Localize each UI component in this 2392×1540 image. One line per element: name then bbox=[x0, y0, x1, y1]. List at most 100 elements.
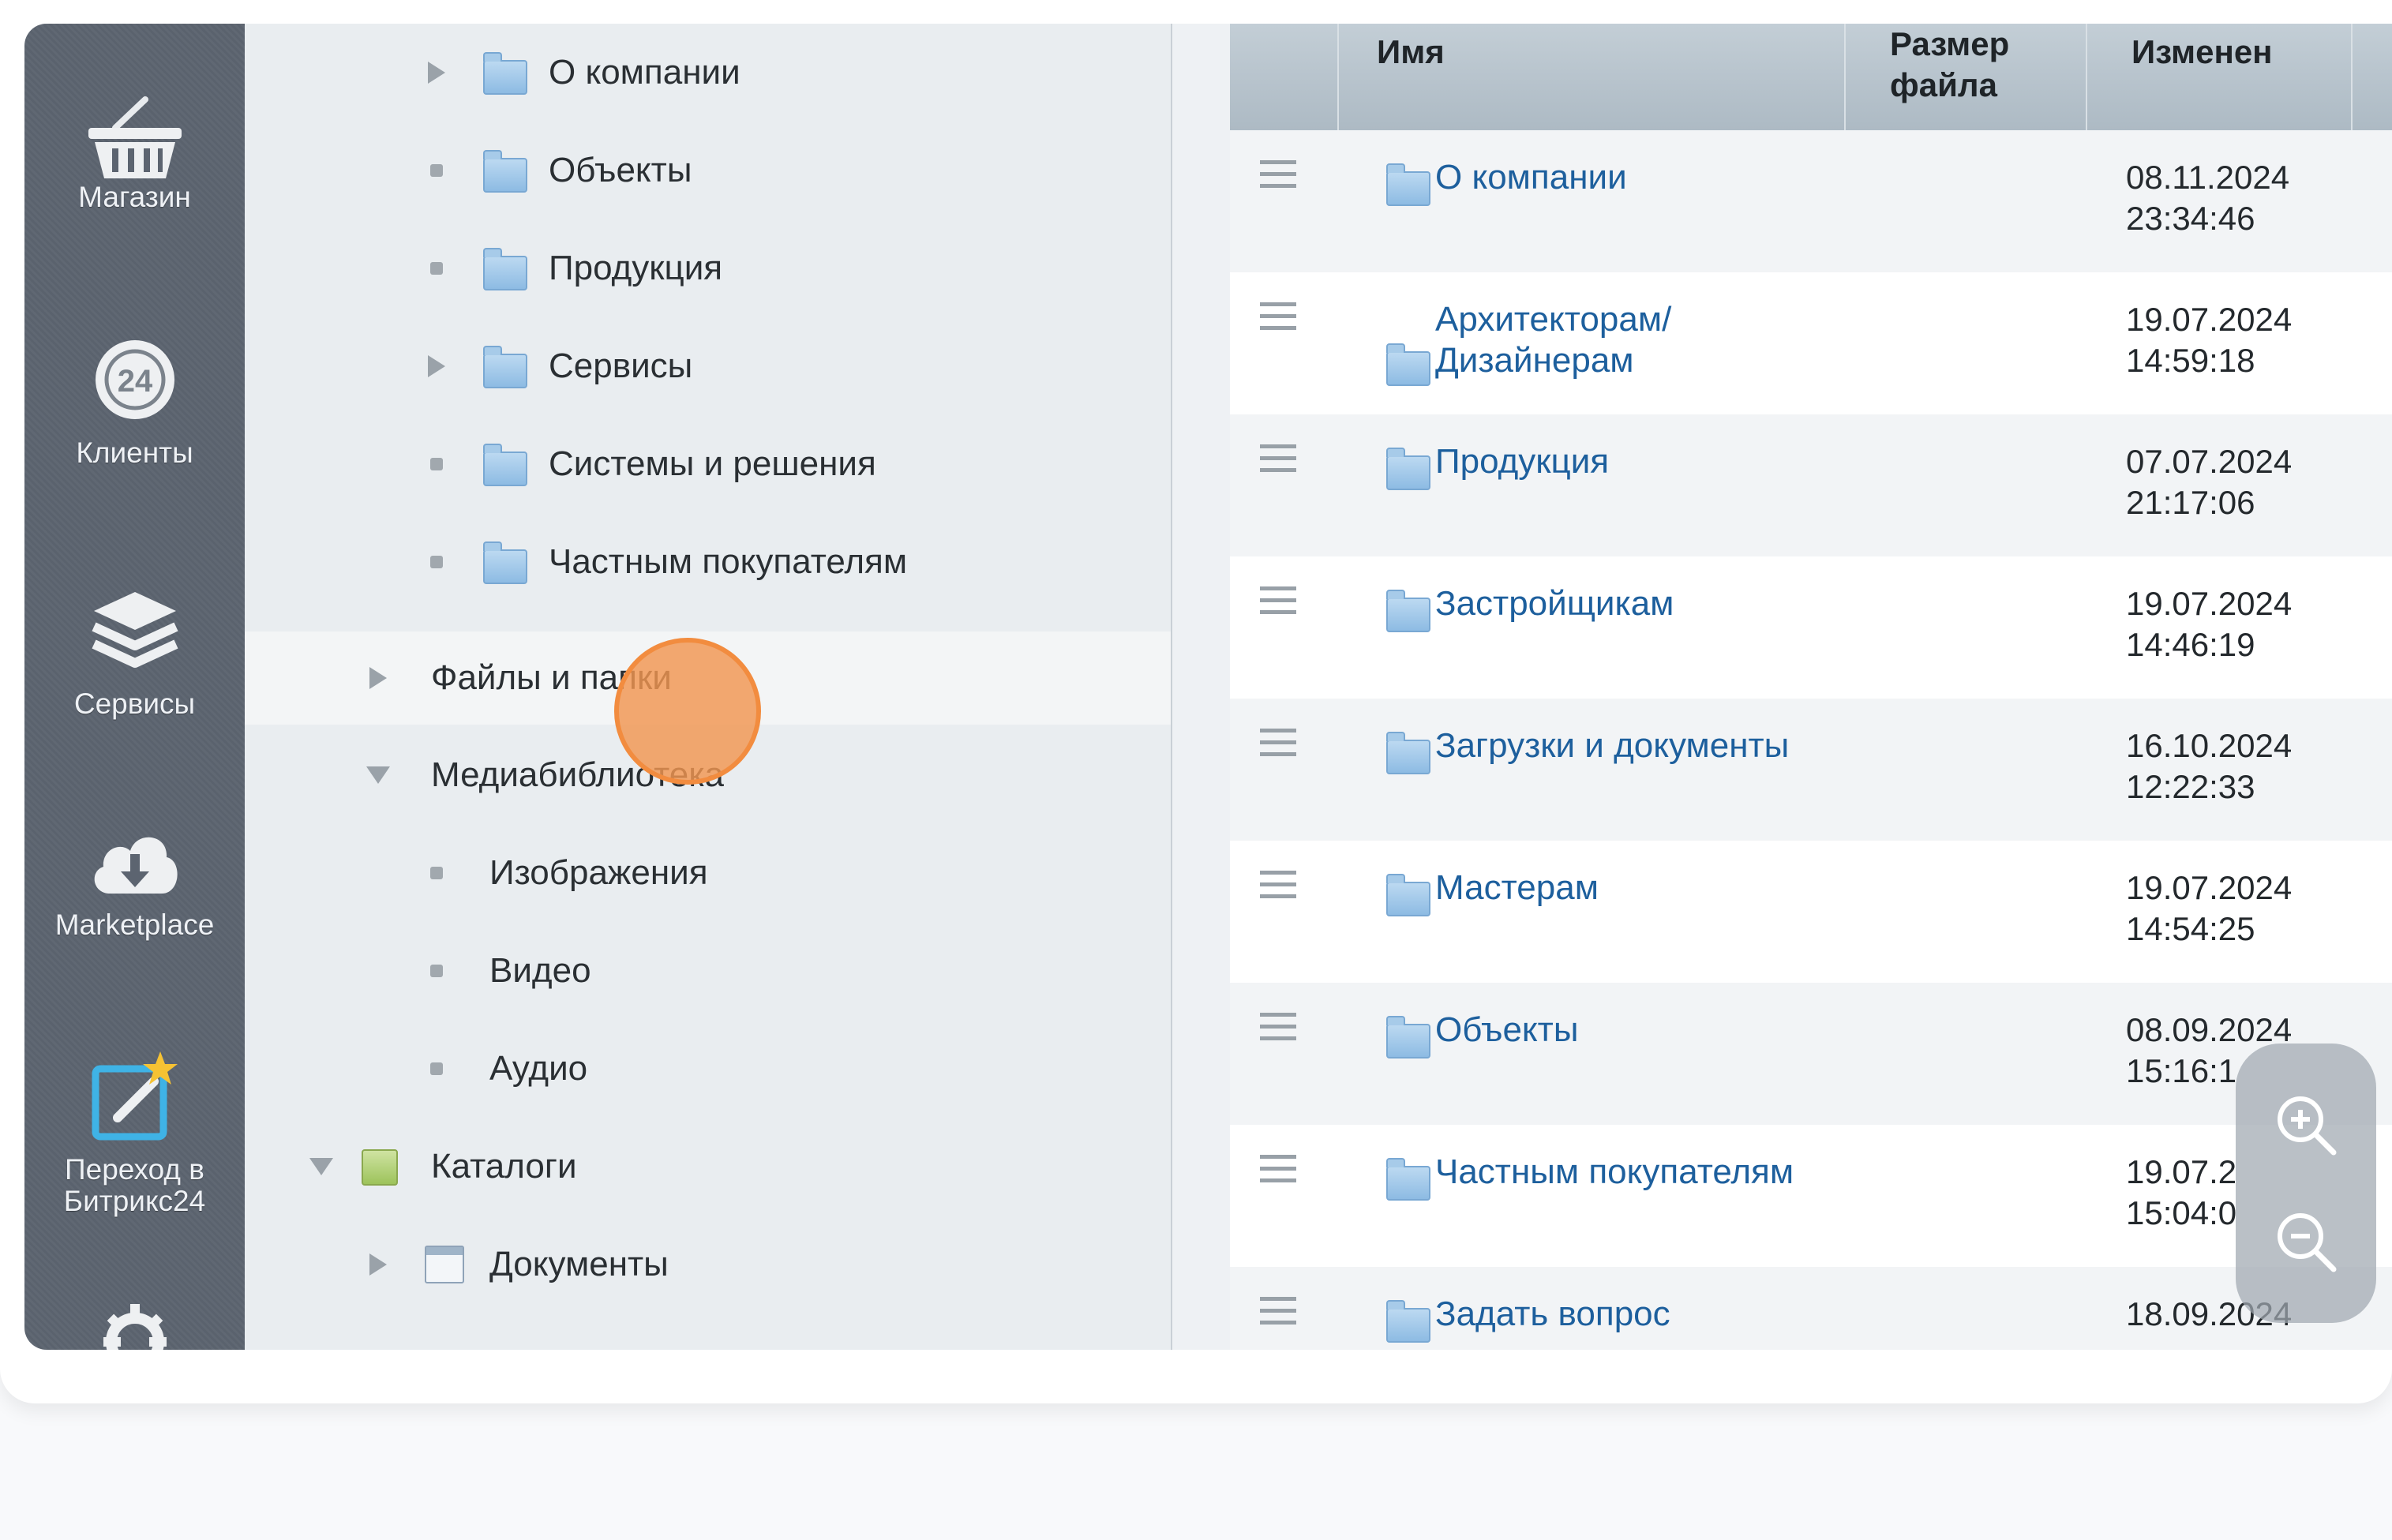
tree-item-media-library[interactable]: Медиабиблиотека bbox=[245, 726, 1171, 824]
row-modified: 16.10.2024 12:22:33 bbox=[2126, 727, 2293, 805]
bullet-icon bbox=[430, 164, 443, 177]
row-name-link[interactable]: Продукция bbox=[1435, 441, 1877, 482]
rail-item-label: Магазин bbox=[78, 181, 191, 213]
tree-item-label: Медиабиблиотека bbox=[431, 755, 724, 794]
zoom-in-icon[interactable] bbox=[2270, 1089, 2341, 1160]
row-name-link[interactable]: Застройщикам bbox=[1435, 583, 1877, 624]
admin-panel: Магазин 24 Клиенты Сервисы Marketplace П… bbox=[24, 24, 2392, 1350]
table-row[interactable]: Застройщикам 19.07.2024 14:46:19 bbox=[1230, 556, 2392, 699]
folder-icon bbox=[483, 248, 527, 290]
rail-item-label: Сервисы bbox=[73, 688, 196, 720]
row-menu-icon[interactable] bbox=[1260, 1013, 1296, 1041]
column-header-size[interactable]: Размер файла bbox=[1846, 24, 2087, 130]
rail-item-marketplace[interactable]: Marketplace bbox=[24, 822, 245, 941]
folder-icon bbox=[1386, 343, 1430, 386]
column-header-actions bbox=[1230, 24, 1339, 130]
folder-icon bbox=[483, 541, 527, 584]
row-modified: 07.07.2024 21:17:06 bbox=[2126, 443, 2293, 521]
cloud-download-icon bbox=[94, 837, 178, 894]
row-name-link[interactable]: Объекты bbox=[1435, 1010, 1877, 1051]
tree-item-video[interactable]: Видео bbox=[245, 922, 1171, 1020]
row-name-link[interactable]: Архитекторам/ Дизайнерам bbox=[1435, 299, 1735, 381]
tree-item-products[interactable]: Продукция bbox=[245, 219, 1171, 317]
row-menu-icon[interactable] bbox=[1260, 302, 1296, 331]
expand-arrow-icon[interactable] bbox=[369, 1253, 387, 1276]
folder-icon bbox=[483, 52, 527, 95]
table-row[interactable]: О компании 08.11.2024 23:34:46 bbox=[1230, 130, 2392, 272]
tree-item-private-buyers[interactable]: Частным покупателям bbox=[245, 513, 1171, 611]
zoom-out-icon[interactable] bbox=[2270, 1206, 2341, 1277]
rail-item-clients[interactable]: 24 Клиенты bbox=[24, 336, 245, 469]
folder-icon bbox=[1386, 874, 1430, 916]
folder-icon bbox=[1386, 448, 1430, 490]
expand-arrow-icon[interactable] bbox=[428, 355, 445, 377]
tree-item-label: Видео bbox=[489, 951, 591, 990]
site-tree: О компании Объекты Продукция Сервисы Сис… bbox=[245, 24, 1172, 1350]
table-row[interactable]: Загрузки и документы 16.10.2024 12:22:33 bbox=[1230, 699, 2392, 841]
table-row[interactable]: Продукция 07.07.2024 21:17:06 bbox=[1230, 414, 2392, 556]
tree-item-label: Изображения bbox=[489, 853, 708, 892]
folder-icon bbox=[1386, 590, 1430, 632]
row-menu-icon[interactable] bbox=[1260, 444, 1296, 473]
row-menu-icon[interactable] bbox=[1260, 586, 1296, 615]
rail-item-services[interactable]: Сервисы bbox=[24, 586, 245, 720]
table-row[interactable]: Задать вопрос 18.09.2024 bbox=[1230, 1267, 2392, 1350]
row-name-link[interactable]: О компании bbox=[1435, 157, 1877, 198]
svg-text:24: 24 bbox=[117, 364, 152, 399]
row-name-link[interactable]: Загрузки и документы bbox=[1435, 725, 1877, 766]
tree-item-documents[interactable]: Документы bbox=[245, 1216, 1171, 1313]
edit-star-icon bbox=[92, 1051, 178, 1141]
row-name-link[interactable]: Частным покупателям bbox=[1435, 1152, 1877, 1193]
left-rail: Магазин 24 Клиенты Сервисы Marketplace П… bbox=[24, 24, 245, 1350]
row-menu-icon[interactable] bbox=[1260, 871, 1296, 899]
expand-arrow-icon[interactable] bbox=[428, 62, 445, 84]
tree-item-about[interactable]: О компании bbox=[245, 24, 1171, 122]
column-header-modified[interactable]: Изменен bbox=[2087, 24, 2353, 130]
tree-item-audio[interactable]: Аудио bbox=[245, 1020, 1171, 1118]
tree-item-label: Сервисы bbox=[549, 347, 693, 385]
row-modified: 19.07.2024 14:59:18 bbox=[2126, 301, 2293, 379]
column-header-name[interactable]: Имя bbox=[1339, 24, 1846, 130]
rail-item-settings[interactable] bbox=[24, 1302, 245, 1350]
tree-item-systems[interactable]: Системы и решения bbox=[245, 415, 1171, 513]
layers-icon bbox=[91, 592, 178, 668]
tree-item-catalogs[interactable]: Каталоги bbox=[245, 1118, 1171, 1216]
app-window: Магазин 24 Клиенты Сервисы Marketplace П… bbox=[0, 0, 2392, 1403]
tree-item-images[interactable]: Изображения bbox=[245, 824, 1171, 922]
table-row[interactable]: Мастерам 19.07.2024 14:54:25 bbox=[1230, 841, 2392, 983]
tree-item-label: Системы и решения bbox=[549, 444, 876, 483]
rail-item-label: Переход в Битрикс24 bbox=[63, 1153, 206, 1217]
tree-item-label: О компании bbox=[549, 53, 740, 92]
row-name-link[interactable]: Мастерам bbox=[1435, 867, 1877, 909]
row-name-link[interactable]: Задать вопрос bbox=[1435, 1294, 1877, 1335]
folder-icon bbox=[1386, 1300, 1430, 1343]
rail-item-bitrix24[interactable]: Переход в Битрикс24 bbox=[24, 1050, 245, 1217]
folder-icon bbox=[1386, 1158, 1430, 1201]
rail-item-label: Клиенты bbox=[76, 437, 193, 469]
row-menu-icon[interactable] bbox=[1260, 160, 1296, 189]
bullet-icon bbox=[430, 1062, 443, 1075]
row-menu-icon[interactable] bbox=[1260, 729, 1296, 757]
tree-item-objects[interactable]: Объекты bbox=[245, 122, 1171, 219]
table-row[interactable]: Объекты 08.09.2024 15:16:1 bbox=[1230, 983, 2392, 1125]
row-modified: 08.11.2024 23:34:46 bbox=[2126, 159, 2290, 237]
bullet-icon bbox=[430, 458, 443, 470]
tree-item-label: Продукция bbox=[549, 249, 723, 287]
bullet-icon bbox=[430, 556, 443, 568]
table-row[interactable]: Частным покупателям 19.07.2 15:04:0 bbox=[1230, 1125, 2392, 1267]
row-menu-icon[interactable] bbox=[1260, 1155, 1296, 1183]
collapse-arrow-icon[interactable] bbox=[366, 766, 390, 784]
tree-item-label: Файлы и папки bbox=[431, 658, 672, 697]
tree-item-files-folders[interactable]: Файлы и папки bbox=[245, 631, 1171, 725]
table-row[interactable]: Архитекторам/ Дизайнерам 19.07.2024 14:5… bbox=[1230, 272, 2392, 414]
folder-icon bbox=[1386, 1016, 1430, 1059]
expand-arrow-icon[interactable] bbox=[369, 667, 387, 689]
row-menu-icon[interactable] bbox=[1260, 1297, 1296, 1325]
zoom-controls bbox=[2236, 1044, 2376, 1323]
bullet-icon bbox=[430, 262, 443, 275]
tree-item-label: Частным покупателям bbox=[549, 542, 908, 581]
collapse-arrow-icon[interactable] bbox=[309, 1158, 333, 1175]
rail-item-label: Marketplace bbox=[54, 909, 215, 941]
rail-item-shop[interactable]: Магазин bbox=[24, 96, 245, 213]
tree-item-services[interactable]: Сервисы bbox=[245, 317, 1171, 415]
